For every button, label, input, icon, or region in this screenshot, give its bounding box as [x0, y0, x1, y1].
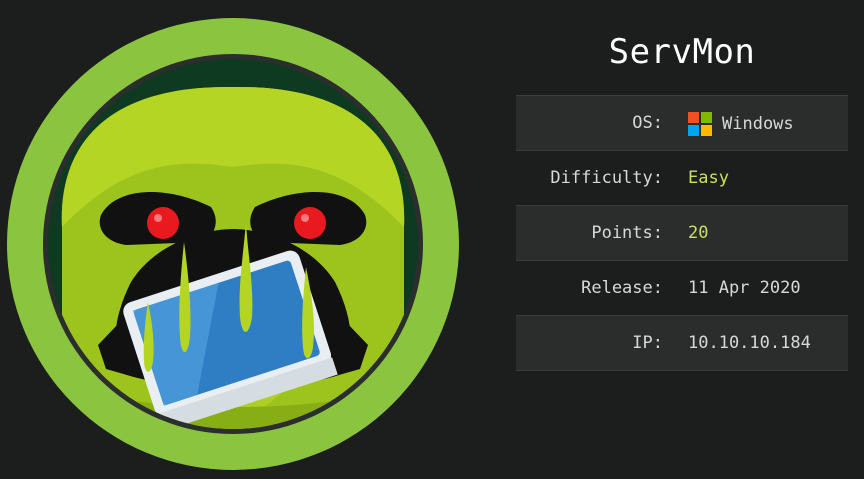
- release-row: Release: 11 Apr 2020: [516, 261, 848, 316]
- ip-label: IP:: [632, 333, 663, 353]
- os-label: OS:: [632, 113, 663, 133]
- difficulty-label: Difficulty:: [550, 168, 663, 188]
- machine-info-table: OS: Windows Difficulty: Easy Points: 20 …: [516, 95, 848, 371]
- machine-name-title: ServMon: [608, 32, 756, 72]
- os-value-group: Windows: [688, 112, 794, 136]
- windows-logo-icon: [688, 112, 712, 136]
- release-label: Release:: [581, 278, 663, 298]
- monster-avatar-icon: [7, 18, 459, 470]
- ip-row: IP: 10.10.10.184: [516, 316, 848, 371]
- machine-card: ServMon OS: Windows Difficulty: Easy Poi…: [0, 0, 864, 479]
- os-row: OS: Windows: [516, 96, 848, 151]
- points-row: Points: 20: [516, 206, 848, 261]
- os-value: Windows: [722, 114, 794, 134]
- difficulty-row: Difficulty: Easy: [516, 151, 848, 206]
- release-value: 11 Apr 2020: [688, 278, 801, 298]
- points-label: Points:: [591, 223, 663, 243]
- difficulty-value: Easy: [688, 168, 729, 188]
- points-value: 20: [688, 223, 709, 243]
- ip-value: 10.10.10.184: [688, 333, 811, 353]
